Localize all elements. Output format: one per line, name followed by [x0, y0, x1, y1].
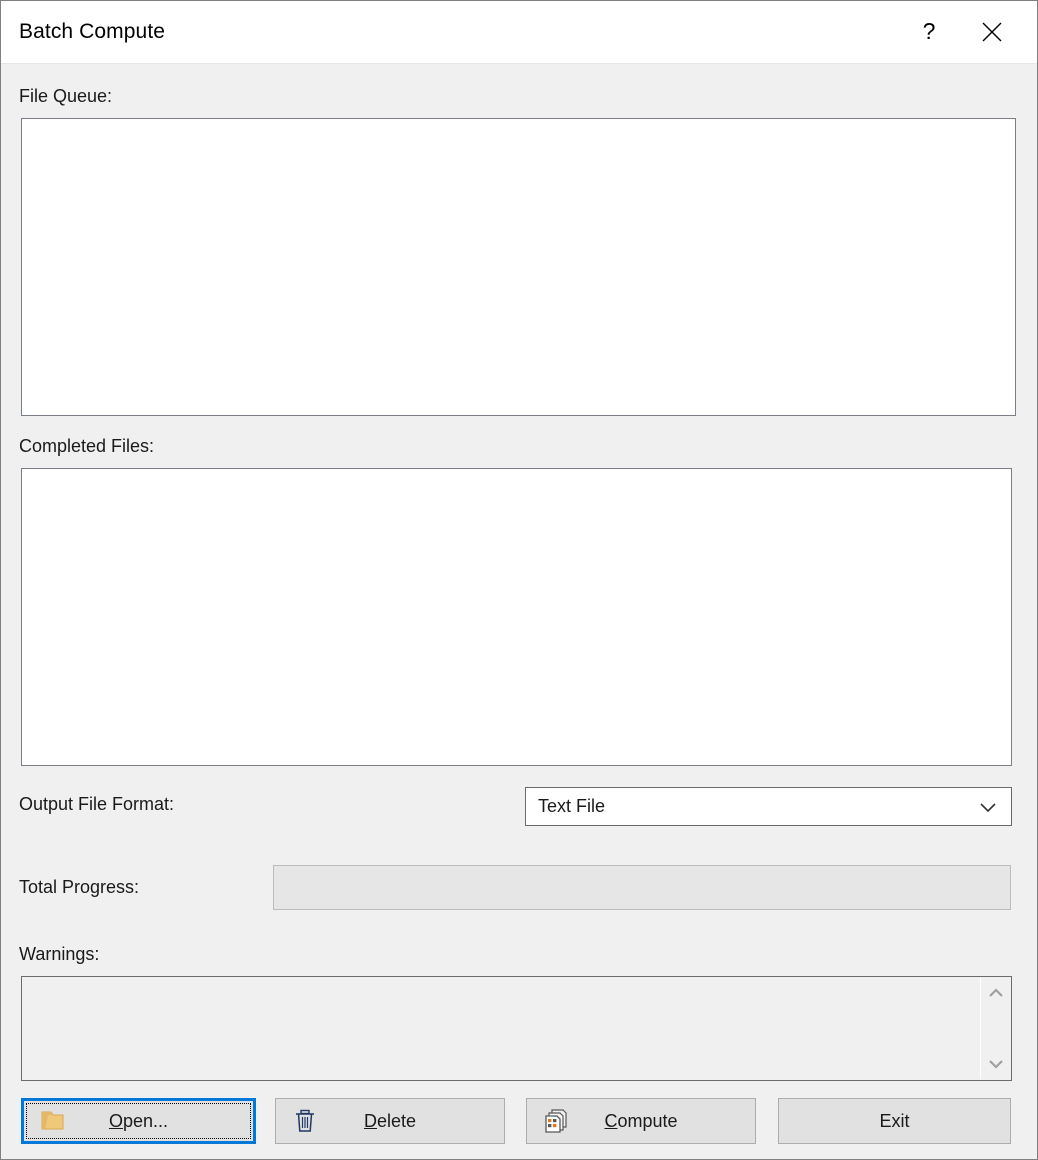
close-button[interactable] [961, 1, 1023, 62]
delete-button[interactable]: Delete [275, 1098, 505, 1144]
chevron-down-icon[interactable] [987, 1055, 1005, 1073]
delete-label-rest: elete [376, 1110, 417, 1131]
file-queue-listbox[interactable] [21, 118, 1016, 416]
compute-accel-char: C [604, 1110, 618, 1131]
title-bar: Batch Compute ? [1, 1, 1037, 64]
total-progress-label: Total Progress: [19, 877, 140, 897]
documents-stack-icon [545, 1109, 567, 1133]
help-button[interactable]: ? [898, 1, 960, 62]
folder-icon [41, 1111, 64, 1130]
open-button-label: Open... [109, 1111, 168, 1132]
batch-compute-dialog: Batch Compute ? File Queue: Completed Fi… [0, 0, 1038, 1160]
chevron-down-icon [980, 802, 996, 812]
output-file-format-combobox[interactable]: Text File [525, 787, 1012, 826]
warnings-scrollbar[interactable] [980, 978, 1010, 1079]
total-progress-bar [273, 865, 1011, 910]
output-file-format-label: Output File Format: [19, 794, 175, 814]
chevron-up-icon[interactable] [987, 984, 1005, 1002]
delete-button-label: Delete [364, 1111, 416, 1132]
warnings-textarea[interactable] [21, 976, 1012, 1081]
open-label-rest: pen... [122, 1110, 169, 1131]
open-button[interactable]: Open... [21, 1098, 256, 1144]
trash-icon [296, 1109, 314, 1132]
file-queue-label: File Queue: [19, 86, 113, 106]
compute-button-label: Compute [604, 1111, 677, 1132]
compute-button[interactable]: Compute [526, 1098, 756, 1144]
completed-files-label: Completed Files: [19, 436, 155, 456]
completed-files-listbox[interactable] [21, 468, 1012, 766]
warnings-label: Warnings: [19, 944, 100, 964]
exit-button-label: Exit [879, 1110, 910, 1131]
window-title: Batch Compute [19, 20, 166, 43]
question-mark-icon: ? [922, 18, 936, 44]
close-icon [982, 22, 1002, 41]
delete-accel-char: D [363, 1110, 377, 1131]
exit-button[interactable]: Exit [778, 1098, 1011, 1144]
output-file-format-value: Text File [538, 796, 606, 816]
compute-label-rest: ompute [617, 1110, 678, 1131]
open-accel-char: O [108, 1110, 123, 1131]
